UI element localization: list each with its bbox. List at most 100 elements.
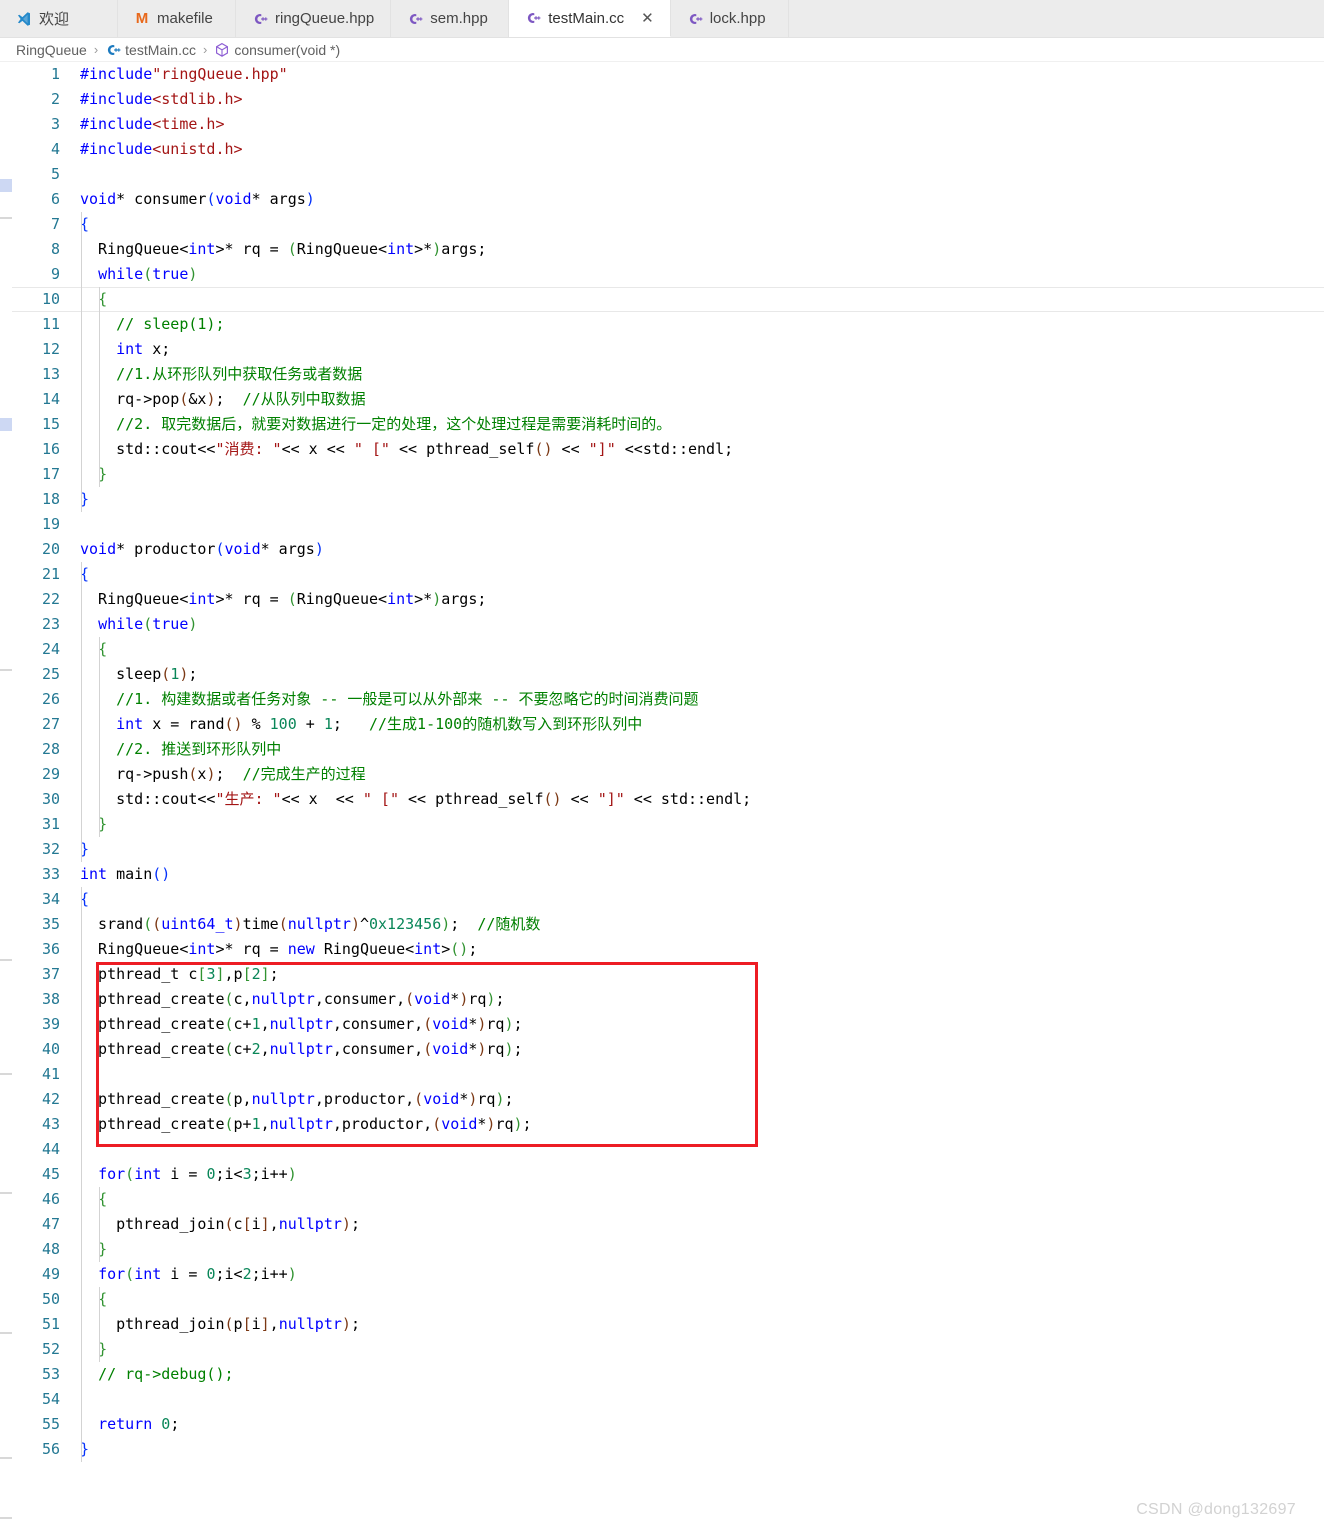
code-line[interactable]: 3 #include<time.h> bbox=[12, 112, 1324, 137]
line-number: 33 bbox=[41, 865, 60, 883]
line-number: 2 bbox=[50, 90, 60, 108]
code-line[interactable]: 21 { bbox=[12, 562, 1324, 587]
code-line[interactable]: 12 int x; bbox=[12, 337, 1324, 362]
code-line[interactable]: 26 //1. 构建数据或者任务对象 -- 一般是可以从外部来 -- 不要忽略它… bbox=[12, 687, 1324, 712]
code-line[interactable]: 25 sleep(1); bbox=[12, 662, 1324, 687]
line-text: int x = rand() % 100 + 1; //生成1-100的随机数写… bbox=[116, 715, 643, 733]
cpp-file-icon bbox=[687, 11, 703, 27]
editor-tab-lock.hpp[interactable]: lock.hpp bbox=[670, 0, 789, 37]
code-line[interactable]: 9 while(true) bbox=[12, 262, 1324, 287]
editor-tab-sem.hpp[interactable]: sem.hpp bbox=[391, 0, 510, 37]
code-line[interactable]: 43 pthread_create(p+1,nullptr,productor,… bbox=[12, 1112, 1324, 1137]
line-text: { bbox=[98, 1290, 108, 1308]
line-number: 41 bbox=[41, 1065, 60, 1083]
code-line[interactable]: 13 //1.从环形队列中获取任务或者数据 bbox=[12, 362, 1324, 387]
line-number: 6 bbox=[50, 190, 60, 208]
code-line[interactable]: 52 } bbox=[12, 1337, 1324, 1362]
code-line[interactable]: 50 { bbox=[12, 1287, 1324, 1312]
code-line[interactable]: 28 //2. 推送到环形队列中 bbox=[12, 737, 1324, 762]
breadcrumb-label: RingQueue bbox=[16, 41, 87, 58]
code-line[interactable]: 16 std::cout<<"消费: "<< x << " [" << pthr… bbox=[12, 437, 1324, 462]
code-line[interactable]: 38 pthread_create(c,nullptr,consumer,(vo… bbox=[12, 987, 1324, 1012]
editor-tab-testMain.cc[interactable]: testMain.cc ✕ bbox=[509, 0, 671, 37]
code-line[interactable]: 1 #include"ringQueue.hpp" bbox=[12, 62, 1324, 87]
code-line[interactable]: 53 // rq->debug(); bbox=[12, 1362, 1324, 1387]
breadcrumb-item-0[interactable]: RingQueue bbox=[16, 42, 87, 58]
line-number: 1 bbox=[50, 65, 60, 83]
code-line[interactable]: 48 } bbox=[12, 1237, 1324, 1262]
code-line[interactable]: 44 bbox=[12, 1137, 1324, 1162]
line-text: pthread_join(c[i],nullptr); bbox=[80, 1215, 360, 1233]
ruler-mark bbox=[0, 669, 12, 671]
code-line[interactable]: 5 bbox=[12, 162, 1324, 187]
line-number: 7 bbox=[50, 215, 60, 233]
code-line[interactable]: 41 bbox=[12, 1062, 1324, 1087]
code-line[interactable]: 37 pthread_t c[3],p[2]; bbox=[12, 962, 1324, 987]
code-line[interactable]: 8 RingQueue<int>* rq = (RingQueue<int>*)… bbox=[12, 237, 1324, 262]
code-line[interactable]: 42 pthread_create(p,nullptr,productor,(v… bbox=[12, 1087, 1324, 1112]
code-line[interactable]: 29 rq->push(x); //完成生产的过程 bbox=[12, 762, 1324, 787]
code-line[interactable]: 18} bbox=[12, 487, 1324, 512]
line-number: 15 bbox=[41, 415, 60, 433]
code-line[interactable]: 22 RingQueue<int>* rq = (RingQueue<int>*… bbox=[12, 587, 1324, 612]
code-line[interactable]: 45 for(int i = 0;i<3;i++) bbox=[12, 1162, 1324, 1187]
code-line[interactable]: 4 #include<unistd.h> bbox=[12, 137, 1324, 162]
code-line[interactable]: 56} bbox=[12, 1437, 1324, 1462]
code-line[interactable]: 35 srand((uint64_t)time(nullptr)^0x12345… bbox=[12, 912, 1324, 937]
breadcrumb-item-2[interactable]: consumer(void *) bbox=[214, 42, 340, 58]
code-editor[interactable]: 1 #include"ringQueue.hpp" 2 #include<stdlib… bbox=[0, 62, 1324, 1535]
editor-tab-makefile[interactable]: Mmakefile bbox=[118, 0, 236, 37]
code-line[interactable]: 31 } bbox=[12, 812, 1324, 837]
code-line[interactable]: 46 { bbox=[12, 1187, 1324, 1212]
line-text: std::cout<<"消费: "<< x << " [" << pthread… bbox=[80, 440, 734, 458]
code-line[interactable]: 36 RingQueue<int>* rq = new RingQueue<in… bbox=[12, 937, 1324, 962]
code-line[interactable]: 54 bbox=[12, 1387, 1324, 1412]
editor-tab-欢迎[interactable]: 欢迎 bbox=[0, 0, 118, 37]
line-number: 10 bbox=[41, 290, 60, 308]
line-text: while(true) bbox=[98, 615, 198, 633]
code-line[interactable]: 2 #include<stdlib.h> bbox=[12, 87, 1324, 112]
line-text: } bbox=[98, 815, 108, 833]
code-line[interactable]: 6 void* consumer(void* args) bbox=[12, 187, 1324, 212]
line-text: } bbox=[80, 840, 90, 858]
overview-ruler[interactable] bbox=[0, 62, 12, 1535]
line-text: RingQueue<int>* rq = (RingQueue<int>*)ar… bbox=[80, 240, 487, 258]
code-line[interactable]: 32} bbox=[12, 837, 1324, 862]
code-line[interactable]: 49 for(int i = 0;i<2;i++) bbox=[12, 1262, 1324, 1287]
line-text: //2. 推送到环形队列中 bbox=[116, 740, 282, 758]
code-line[interactable]: 7{ bbox=[12, 212, 1324, 237]
code-line[interactable]: 51 pthread_join(p[i],nullptr); bbox=[12, 1312, 1324, 1337]
ruler-selection-mark bbox=[0, 418, 12, 431]
watermark: CSDN @dong132697 bbox=[1136, 1501, 1296, 1518]
line-number: 14 bbox=[41, 390, 60, 408]
code-line[interactable]: 19 bbox=[12, 512, 1324, 537]
code-line[interactable]: 39 pthread_create(c+1,nullptr,consumer,(… bbox=[12, 1012, 1324, 1037]
code-line[interactable]: 24 { bbox=[12, 637, 1324, 662]
close-icon[interactable]: ✕ bbox=[641, 11, 654, 26]
code-line[interactable]: 10 { bbox=[12, 287, 1324, 312]
line-text: RingQueue<int>* rq = new RingQueue<int>(… bbox=[80, 940, 478, 958]
code-line[interactable]: 23 while(true) bbox=[12, 612, 1324, 637]
code-line[interactable]: 15 //2. 取完数据后，就要对数据进行一定的处理，这个处理过程是需要消耗时间… bbox=[12, 412, 1324, 437]
editor-tab-ringQueue.hpp[interactable]: ringQueue.hpp bbox=[236, 0, 392, 37]
code-content[interactable]: 1 #include"ringQueue.hpp" 2 #include<stdlib… bbox=[12, 62, 1324, 1535]
code-line[interactable]: 47 pthread_join(c[i],nullptr); bbox=[12, 1212, 1324, 1237]
code-line[interactable]: 27 int x = rand() % 100 + 1; //生成1-100的随… bbox=[12, 712, 1324, 737]
line-number: 55 bbox=[41, 1415, 60, 1433]
line-text: pthread_t c[3],p[2]; bbox=[80, 965, 279, 983]
tab-label: sem.hpp bbox=[430, 10, 488, 27]
code-line[interactable]: 34 { bbox=[12, 887, 1324, 912]
code-line[interactable]: 33 int main() bbox=[12, 862, 1324, 887]
code-line[interactable]: 30 std::cout<<"生产: "<< x << " [" << pthr… bbox=[12, 787, 1324, 812]
breadcrumb-item-1[interactable]: testMain.cc bbox=[105, 42, 196, 58]
tab-label: ringQueue.hpp bbox=[275, 10, 375, 27]
line-number: 43 bbox=[41, 1115, 60, 1133]
line-text: void* productor(void* args) bbox=[80, 540, 324, 558]
line-number: 39 bbox=[41, 1015, 60, 1033]
code-line[interactable]: 40 pthread_create(c+2,nullptr,consumer,(… bbox=[12, 1037, 1324, 1062]
code-line[interactable]: 17 } bbox=[12, 462, 1324, 487]
code-line[interactable]: 14 rq->pop(&x); //从队列中取数据 bbox=[12, 387, 1324, 412]
code-line[interactable]: 20 void* productor(void* args) bbox=[12, 537, 1324, 562]
code-line[interactable]: 55 return 0; bbox=[12, 1412, 1324, 1437]
code-line[interactable]: 11 // sleep(1); bbox=[12, 312, 1324, 337]
